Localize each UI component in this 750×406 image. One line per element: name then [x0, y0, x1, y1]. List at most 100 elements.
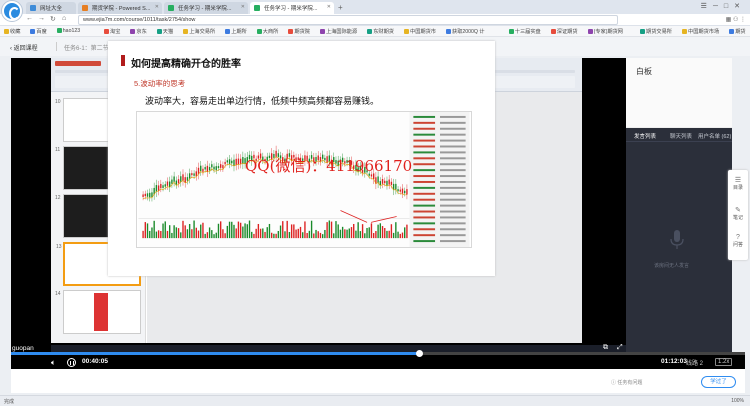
- line-selector[interactable]: 线路 2: [686, 358, 703, 367]
- bookmark-item[interactable]: 天猫: [156, 28, 173, 35]
- window-controls[interactable]: ☰─□✕: [701, 2, 746, 10]
- quote-row: [413, 127, 436, 130]
- tab-users[interactable]: 用户名单 (62): [698, 132, 731, 140]
- bookmark-icon: [56, 28, 62, 33]
- catalog-button[interactable]: ☰ 目录: [728, 176, 748, 191]
- apps-grid-icon[interactable]: ▦ ⚇ ⋮: [726, 16, 746, 23]
- bookmark-item[interactable]: 中国期货市场: [682, 28, 719, 35]
- tab-task-learning[interactable]: 任务学习 - 期米学院... ✕: [164, 2, 248, 14]
- candle-body: [388, 179, 390, 185]
- tab-chat[interactable]: 聊天列表: [670, 132, 692, 140]
- quote-row: [439, 180, 466, 183]
- bookmark-icon: [288, 29, 294, 34]
- volume-bar: [155, 231, 158, 239]
- volume-bar: [375, 231, 377, 239]
- volume-bar: [348, 228, 350, 239]
- candle-body: [226, 160, 229, 163]
- bookmark-item[interactable]: 收藏: [4, 28, 20, 35]
- volume-bar: [297, 228, 299, 239]
- bookmark-icon: [130, 29, 136, 34]
- volume-bar: [282, 221, 284, 239]
- candle-body: [401, 188, 404, 194]
- bookmark-item[interactable]: 期货交易所: [640, 28, 672, 35]
- volume-bar: [326, 222, 328, 239]
- new-tab-button[interactable]: +: [338, 3, 343, 12]
- volume-bar: [191, 229, 193, 239]
- tab-home[interactable]: 网址大全: [26, 2, 76, 14]
- bookmark-item[interactable]: 深证期货: [550, 28, 578, 35]
- browser-logo[interactable]: [2, 1, 22, 21]
- notes-button[interactable]: ✎ 笔记: [728, 206, 748, 221]
- forward-arrow-icon[interactable]: →: [38, 15, 45, 22]
- url-input[interactable]: www.ejia7m.com/course/1011/task/2754/sho…: [78, 15, 618, 25]
- pause-button[interactable]: [67, 358, 76, 367]
- mark-learned-button[interactable]: 学过了: [701, 376, 736, 388]
- slide-thumbnail[interactable]: 14: [55, 290, 141, 334]
- bookmark-item[interactable]: 获取2000Q 计: [446, 28, 485, 35]
- volume-bar: [248, 220, 251, 239]
- speed-selector[interactable]: 1.2x: [715, 358, 733, 366]
- bookmark-item[interactable]: 上海交易所: [183, 28, 215, 35]
- volume-bar: [253, 233, 255, 239]
- tab-task-learning-active[interactable]: 任务学习 - 期米学院... ✕: [250, 2, 334, 14]
- whiteboard-title: 白板: [636, 67, 652, 76]
- bookmark-item[interactable]: 京东: [130, 28, 147, 35]
- close-icon[interactable]: ✕: [327, 4, 331, 10]
- bookmark-item[interactable]: 上期所: [225, 28, 247, 35]
- bookmark-item[interactable]: (专家)期货网: [587, 28, 623, 35]
- volume-bar: [257, 223, 260, 239]
- candle-body: [166, 181, 169, 186]
- candle-body: [149, 192, 151, 198]
- quote-row: [439, 169, 466, 172]
- volume-bar: [372, 233, 375, 239]
- volume-bar: [339, 229, 342, 239]
- fullscreen-icon[interactable]: ⤢: [617, 344, 623, 352]
- volume-bar: [197, 230, 200, 239]
- tab-speakers[interactable]: 发言列表: [634, 132, 656, 140]
- candle-body: [215, 166, 217, 171]
- volume-bar: [166, 230, 169, 239]
- back-to-course-link[interactable]: ‹ 返回课程: [10, 43, 38, 52]
- app-title-chip: [55, 61, 101, 66]
- volume-bar: [228, 221, 231, 239]
- quote-row: [413, 186, 436, 189]
- red-block: [94, 293, 108, 331]
- home-icon[interactable]: ⌂: [62, 15, 66, 22]
- volume-bar: [157, 230, 160, 239]
- report-issue-link[interactable]: ⓘ 任务有问题: [611, 379, 642, 386]
- quote-row: [439, 228, 466, 231]
- volume-bar: [235, 228, 237, 239]
- volume-bar: [341, 226, 344, 239]
- bookmark-item[interactable]: 百度: [30, 28, 47, 35]
- zoom-level[interactable]: 100%: [731, 398, 744, 404]
- back-arrow-icon[interactable]: ←: [26, 15, 33, 22]
- close-icon[interactable]: ✕: [155, 4, 159, 10]
- volume-icon[interactable]: 🔈︎: [51, 358, 56, 368]
- player-controls: 🔈︎ 00:40:05 01:12:03 线路 2 1.2x ⧉ ⤢: [11, 344, 745, 369]
- bookmark-item[interactable]: 大商所: [256, 28, 278, 35]
- volume-bar: [379, 223, 382, 239]
- qa-button[interactable]: ? 问答: [728, 234, 748, 248]
- volume-bar: [315, 229, 317, 239]
- bookmark-item[interactable]: 东财期货: [367, 28, 394, 35]
- bookmark-item[interactable]: 期货: [729, 28, 746, 35]
- quote-row: [413, 157, 436, 160]
- volume-bar: [213, 234, 215, 239]
- quote-row: [413, 139, 436, 142]
- bookmark-item[interactable]: hao123: [56, 28, 80, 34]
- bookmark-item[interactable]: 期货院: [288, 28, 310, 35]
- volume-bar: [175, 227, 178, 239]
- pip-icon[interactable]: ⧉: [603, 344, 608, 352]
- tab-futures-college[interactable]: 期货学院 - Powered S... ✕: [78, 2, 162, 14]
- bookmark-icon: [729, 29, 735, 34]
- question-icon: ?: [736, 234, 740, 241]
- bookmark-item[interactable]: 上海国际能源: [320, 28, 357, 35]
- bookmark-item[interactable]: 十三届实盘: [508, 28, 541, 35]
- candle-body: [160, 183, 162, 189]
- reload-icon[interactable]: ↻: [50, 15, 56, 23]
- quote-row: [413, 234, 436, 237]
- progress-handle[interactable]: [416, 350, 424, 357]
- bookmark-item[interactable]: 中国期货市: [404, 28, 436, 35]
- close-icon[interactable]: ✕: [241, 4, 245, 10]
- bookmark-item[interactable]: 淘宝: [104, 28, 120, 35]
